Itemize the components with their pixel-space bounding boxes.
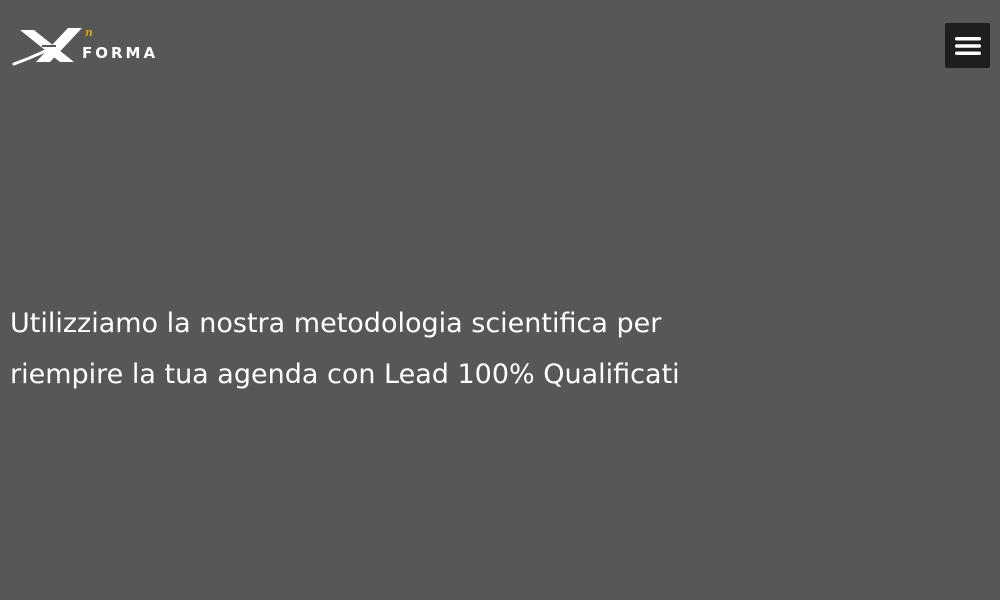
hamburger-menu-icon bbox=[954, 36, 981, 55]
logo-text: FORMA bbox=[82, 44, 159, 62]
logo-superscript: n bbox=[85, 26, 93, 39]
menu-button[interactable] bbox=[945, 23, 990, 68]
x-logo-icon bbox=[12, 28, 82, 66]
hero-line-2: riempire la tua agenda con Lead 100% Qua… bbox=[10, 359, 680, 390]
hero-line-1: Utilizziamo la nostra metodologia scient… bbox=[10, 308, 662, 339]
site-logo[interactable]: n FORMA bbox=[12, 24, 162, 68]
page: n FORMA Utilizziamo la nostra metodologi… bbox=[0, 0, 1000, 600]
hero-heading: Utilizziamo la nostra metodologia scient… bbox=[10, 298, 810, 400]
